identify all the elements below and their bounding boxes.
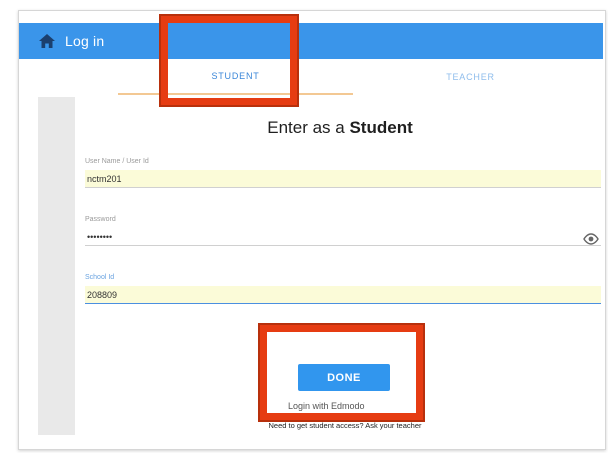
done-button[interactable]: DONE bbox=[298, 364, 390, 391]
password-field: Password •••••••• bbox=[85, 216, 601, 246]
tab-teacher[interactable]: TEACHER bbox=[353, 59, 588, 95]
page-title: Enter as a Student bbox=[75, 118, 605, 138]
home-icon[interactable] bbox=[39, 34, 55, 48]
password-input[interactable]: •••••••• bbox=[85, 228, 601, 246]
header-title: Log in bbox=[65, 33, 105, 49]
school-id-label: School Id bbox=[85, 274, 115, 281]
school-id-input[interactable]: 208809 bbox=[85, 286, 601, 304]
edmodo-login-link[interactable]: Login with Edmodo bbox=[288, 401, 408, 411]
heading-prefix: Enter as a bbox=[267, 118, 350, 137]
access-help-text: Need to get student access? Ask your tea… bbox=[268, 421, 422, 430]
password-label: Password bbox=[85, 216, 116, 223]
username-field: User Name / User Id nctm201 bbox=[85, 158, 601, 188]
username-input[interactable]: nctm201 bbox=[85, 170, 601, 188]
eye-icon[interactable] bbox=[583, 233, 599, 245]
heading-role: Student bbox=[349, 118, 413, 137]
tab-student[interactable]: STUDENT bbox=[118, 59, 353, 95]
role-tabs: STUDENT TEACHER bbox=[118, 59, 588, 95]
school-id-field: School Id 208809 bbox=[85, 274, 601, 304]
app-header: Log in bbox=[19, 23, 603, 59]
left-gutter bbox=[38, 97, 75, 435]
username-label: User Name / User Id bbox=[85, 158, 149, 165]
